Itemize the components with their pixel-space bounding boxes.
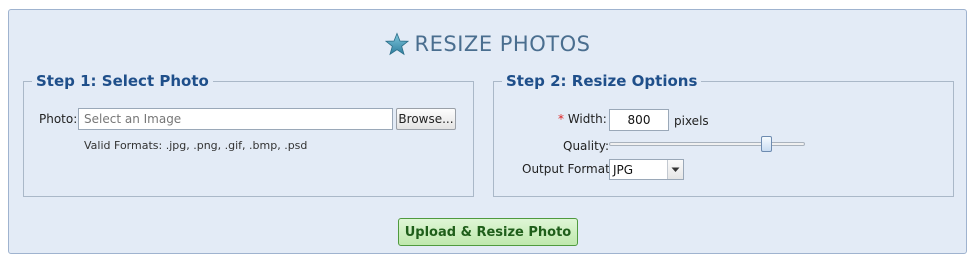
width-input[interactable]: 800	[609, 109, 669, 131]
browse-button[interactable]: Browse...	[396, 108, 456, 130]
resize-panel: RESIZE PHOTOS Step 1: Select Photo Photo…	[8, 9, 967, 254]
output-format-value: JPG	[613, 162, 634, 177]
step1-legend: Step 1: Select Photo	[36, 72, 209, 90]
valid-formats-text: Valid Formats: .jpg, .png, .gif, .bmp, .…	[84, 139, 308, 152]
quality-slider-thumb[interactable]	[760, 136, 772, 152]
upload-resize-button[interactable]: Upload & Resize Photo	[398, 218, 578, 246]
width-unit-label: pixels	[674, 114, 709, 128]
step2-fieldset: Step 2: Resize Options * Width: 800 pixe…	[493, 72, 954, 197]
width-label-text: Width:	[567, 112, 607, 126]
photo-label: Photo:	[39, 112, 78, 126]
star-icon	[384, 32, 409, 56]
chevron-down-icon[interactable]	[667, 160, 683, 179]
photo-input[interactable]: Select an Image	[78, 108, 393, 130]
step1-fieldset: Step 1: Select Photo Photo: Select an Im…	[23, 72, 474, 197]
step2-legend: Step 2: Resize Options	[506, 72, 698, 90]
page-title-text: RESIZE PHOTOS	[414, 32, 591, 56]
quality-slider-track[interactable]	[609, 142, 805, 146]
output-format-label: Output Format:	[522, 162, 614, 176]
width-label: * Width:	[558, 112, 607, 126]
output-format-select[interactable]: JPG	[609, 159, 684, 180]
quality-label: Quality:	[563, 139, 610, 153]
page-title: RESIZE PHOTOS	[9, 32, 966, 56]
required-marker: *	[558, 112, 564, 126]
